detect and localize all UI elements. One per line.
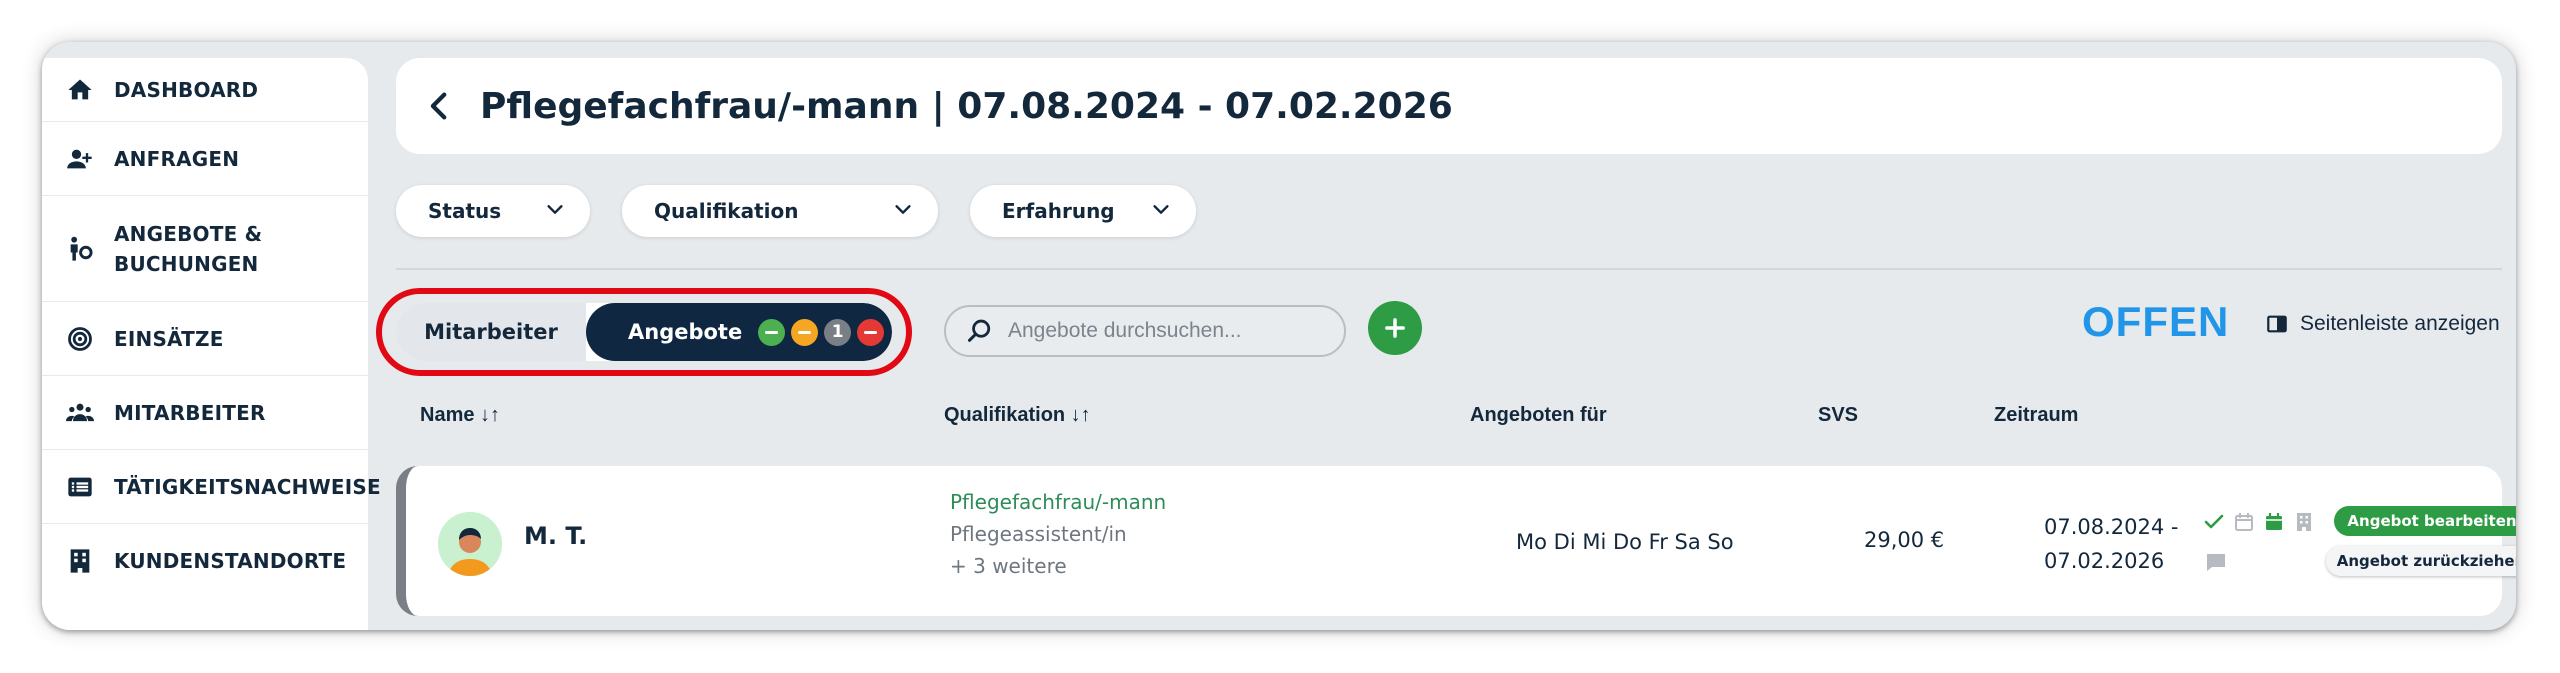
accepted-count-badge	[758, 318, 786, 346]
period-end: 07.02.2026	[2044, 549, 2165, 573]
chevron-down-icon	[544, 198, 566, 225]
sidebar-item-label: TÄTIGKEITSNACHWEISE	[114, 474, 381, 499]
offered-days: Mo Di Mi Do Fr Sa So	[1516, 530, 1734, 554]
column-header-svs: SVS	[1818, 404, 1859, 426]
page-header: Pflegefachfrau/-mann | 07.08.2024 - 07.0…	[396, 58, 2502, 154]
panel-icon	[2267, 315, 2287, 333]
sidebar-item-anfragen[interactable]: ANFRAGEN	[42, 122, 368, 196]
qualification-more[interactable]: + 3 weitere	[950, 554, 1067, 578]
check-icon	[2204, 514, 2224, 529]
sidebar-item-label: DASHBOARD	[114, 77, 259, 102]
comment-icon[interactable]	[2204, 550, 2228, 578]
qualification-primary: Pflegefachfrau/-mann	[950, 490, 1167, 514]
sidebar-item-einsaetze[interactable]: EINSÄTZE	[42, 302, 368, 376]
tab-mitarbeiter[interactable]: Mitarbeiter	[396, 303, 586, 361]
show-sidebar-label: Seitenleiste anzeigen	[2300, 312, 2500, 335]
group-icon	[64, 397, 96, 429]
filter-label: Qualifikation	[654, 199, 799, 223]
employee-name: M. T.	[524, 522, 588, 550]
avatar	[438, 512, 502, 576]
experience-filter-dropdown[interactable]: Erfahrung	[970, 185, 1196, 237]
pending-count-badge	[791, 318, 819, 346]
chevron-down-icon	[1150, 198, 1172, 225]
status-icons	[2202, 510, 2316, 534]
calendar-icon	[2235, 513, 2253, 531]
show-sidebar-button[interactable]: Seitenleiste anzeigen	[2266, 312, 2500, 336]
plus-icon	[1385, 318, 1405, 338]
sidebar-item-kundenstandorte[interactable]: KUNDENSTANDORTE	[42, 524, 368, 598]
sidebar-item-label: ANGEBOTE & BUCHUNGEN	[114, 221, 263, 276]
search-icon	[967, 319, 991, 342]
column-header-name[interactable]: Name ↓↑	[420, 404, 500, 427]
filter-label: Erfahrung	[1002, 199, 1115, 223]
period-start: 07.08.2024 -	[2044, 515, 2179, 539]
period: 07.08.2024 - 07.02.2026	[2044, 510, 2179, 578]
page-title: Pflegefachfrau/-mann | 07.08.2024 - 07.0…	[480, 85, 1453, 127]
filter-label: Status	[428, 199, 502, 223]
search-box	[944, 305, 1346, 357]
sidebar-item-dashboard[interactable]: DASHBOARD	[42, 58, 368, 122]
sidebar-item-label: ANFRAGEN	[114, 146, 240, 171]
divider	[396, 268, 2502, 270]
status-filter-dropdown[interactable]: Status	[396, 185, 590, 237]
table-row[interactable]: M. T. Pflegefachfrau/-mann Pflegeassiste…	[396, 466, 2516, 616]
sidebar-item-label: KUNDENSTANDORTE	[114, 549, 347, 573]
rejected-count-badge	[857, 318, 885, 346]
list-icon	[64, 471, 96, 503]
column-header-angeboten-fuer: Angeboten für	[1470, 404, 1607, 426]
app-window: DASHBOARD ANFRAGEN ANGEBOTE & BUCHUNGEN …	[42, 42, 2516, 630]
target-icon	[64, 323, 96, 355]
add-offer-button[interactable]	[1368, 301, 1422, 355]
sidebar: DASHBOARD ANFRAGEN ANGEBOTE & BUCHUNGEN …	[42, 58, 381, 630]
column-header-zeitraum: Zeitraum	[1994, 404, 2079, 426]
building-icon	[2297, 513, 2311, 531]
view-toggle: Mitarbeiter Angebote 1	[396, 303, 892, 361]
sidebar-item-taetigkeitsnachweise[interactable]: TÄTIGKEITSNACHWEISE	[42, 450, 381, 524]
sidebar-item-label: EINSÄTZE	[114, 326, 224, 351]
qualification-filter-dropdown[interactable]: Qualifikation	[622, 185, 938, 237]
qualification-secondary: Pflegeassistent/in	[950, 522, 1127, 546]
edit-offer-button[interactable]: Angebot bearbeiten	[2334, 506, 2516, 536]
sidebar-item-label: MITARBEITER	[114, 400, 266, 425]
status-label: OFFEN	[2082, 298, 2230, 345]
chevron-left-icon[interactable]	[420, 86, 460, 126]
person-offer-icon	[64, 233, 96, 265]
open-count-badge: 1	[824, 318, 852, 346]
building-icon	[64, 545, 96, 577]
column-header-qualifikation[interactable]: Qualifikation ↓↑	[944, 404, 1091, 427]
home-icon	[64, 74, 96, 106]
tab-angebote[interactable]: Angebote 1	[586, 303, 892, 361]
chevron-down-icon	[892, 198, 914, 225]
sidebar-item-mitarbeiter[interactable]: MITARBEITER	[42, 376, 368, 450]
svs-rate: 29,00 €	[1864, 528, 1945, 552]
search-input[interactable]	[1008, 319, 1328, 343]
calendar-icon	[2266, 513, 2282, 530]
sidebar-item-angebote-buchungen[interactable]: ANGEBOTE & BUCHUNGEN	[42, 196, 368, 302]
tab-label: Angebote	[628, 320, 743, 344]
add-person-icon	[64, 143, 96, 175]
withdraw-offer-button[interactable]: Angebot zurückziehen	[2326, 546, 2516, 576]
